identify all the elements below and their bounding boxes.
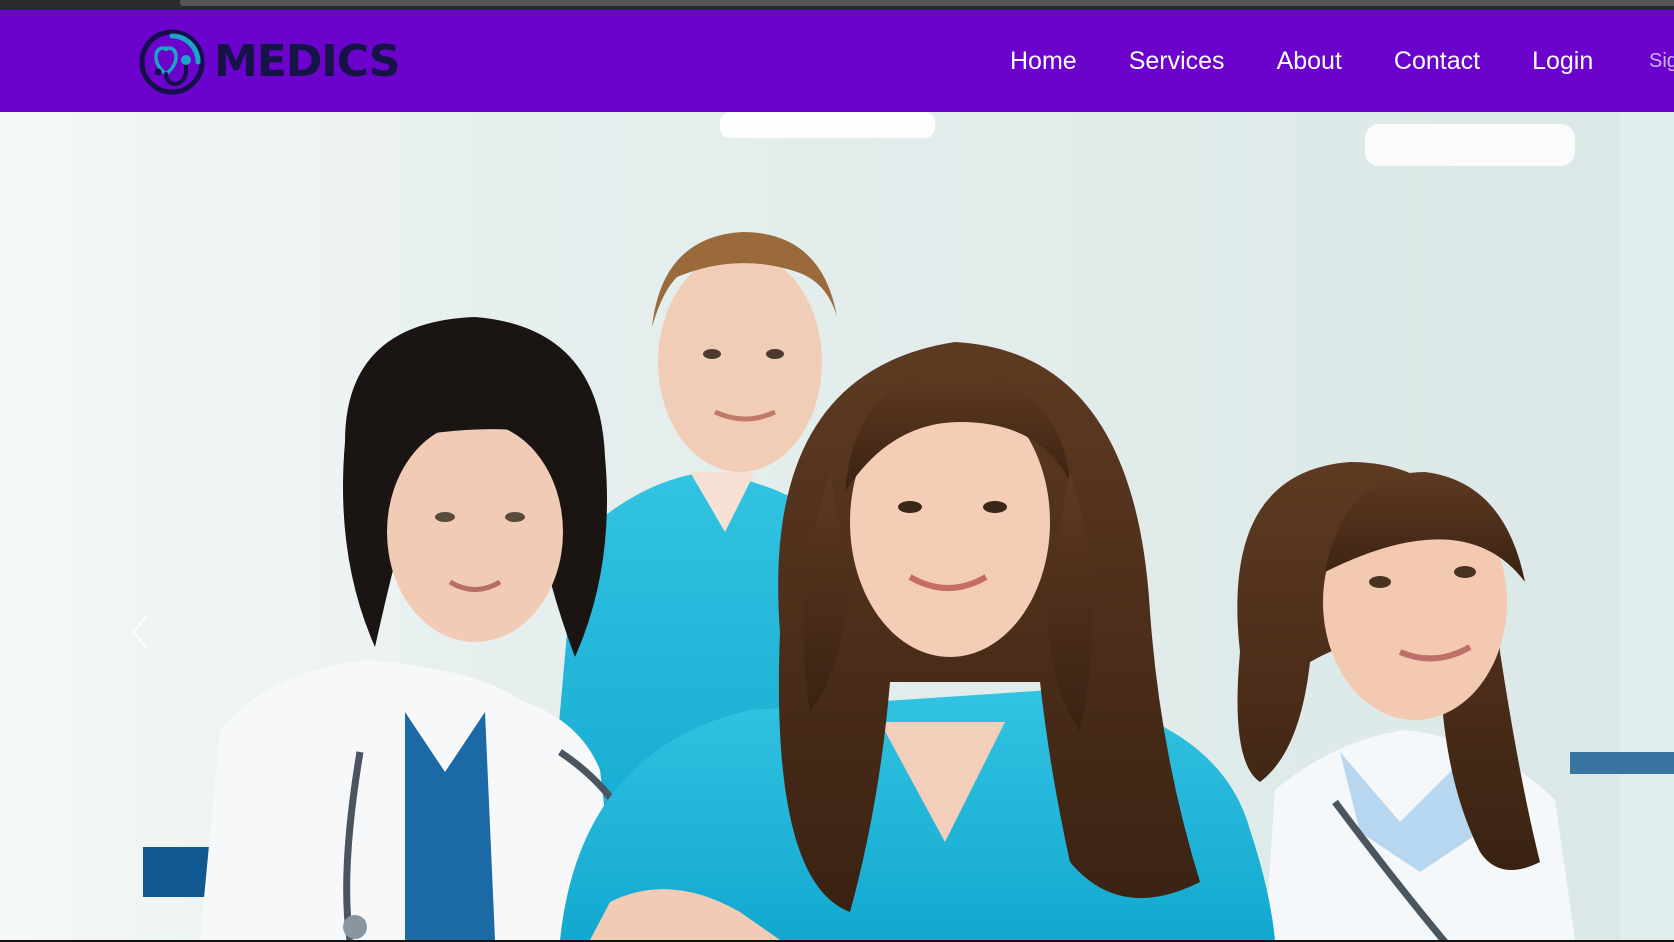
nav-links: Home Services About Contact Login <box>1010 10 1645 112</box>
nav-login[interactable]: Login <box>1532 47 1593 76</box>
nav-signup[interactable]: Sig <box>1649 10 1674 112</box>
browser-top-strip <box>0 0 1674 10</box>
nav-home[interactable]: Home <box>1010 47 1077 76</box>
nav-services[interactable]: Services <box>1129 47 1225 76</box>
navbar: MEDICS Home Services About Contact Login… <box>0 10 1674 112</box>
carousel-prev-button[interactable] <box>130 612 160 662</box>
nav-about[interactable]: About <box>1277 47 1342 76</box>
hero-carousel <box>0 112 1674 940</box>
browser-ridge <box>180 0 1674 6</box>
page: MEDICS Home Services About Contact Login… <box>0 0 1674 942</box>
medical-team-photo <box>0 112 1674 940</box>
brand-name: MEDICS <box>214 36 401 87</box>
nav-contact[interactable]: Contact <box>1394 47 1480 76</box>
stethoscope-heart-icon <box>139 29 205 95</box>
chevron-left-icon <box>132 615 147 649</box>
brand-link[interactable]: MEDICS <box>138 27 401 97</box>
